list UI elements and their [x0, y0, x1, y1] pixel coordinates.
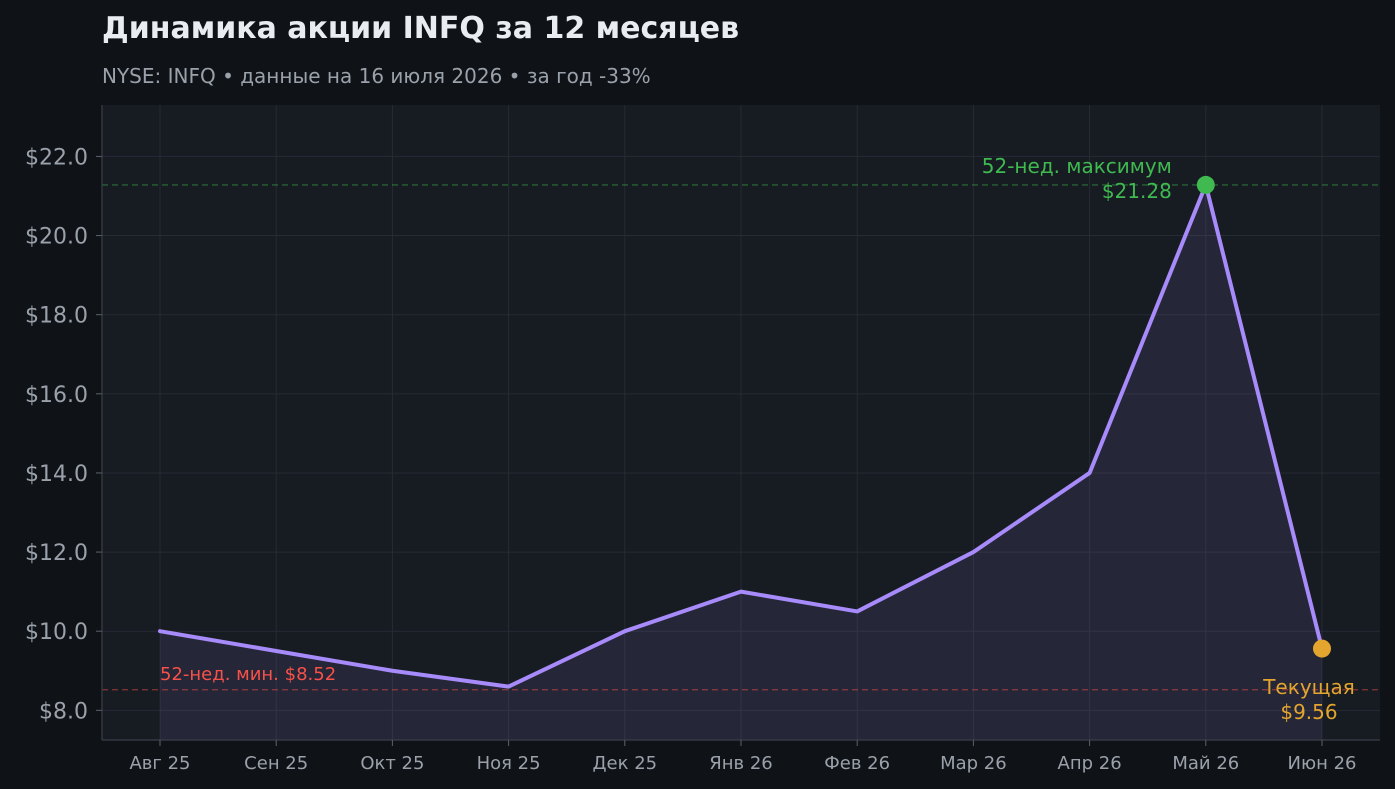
x-tick-label: Янв 26 [709, 753, 773, 774]
current-annotation-value: $9.56 [1280, 700, 1337, 724]
chart-container: $8.0 $10.0 $12.0 $14.0 $16.0 $18.0 $20.0 $22.0 А… [0, 0, 1395, 789]
y-tick-label: $12.0 [25, 541, 88, 566]
x-tick-label: Июн 26 [1287, 753, 1356, 774]
x-tick-label: Ноя 25 [477, 753, 541, 774]
x-tick-label: Дек 25 [592, 753, 657, 774]
y-tick-label: $16.0 [25, 383, 88, 408]
x-tick-label: Авг 25 [129, 753, 190, 774]
line-chart: $8.0 $10.0 $12.0 $14.0 $16.0 $18.0 $20.0 $22.0 А… [25, 11, 1380, 774]
x-tick-label: Сен 25 [244, 753, 308, 774]
high-annotation-value: $21.28 [1102, 179, 1172, 203]
chart-subtitle: NYSE: INFQ • данные на 16 июля 2026 • за… [102, 64, 651, 88]
y-tick-label: $14.0 [25, 462, 88, 487]
x-tick-label: Май 26 [1172, 753, 1239, 774]
x-tick-label: Окт 25 [360, 753, 424, 774]
y-tick-label: $10.0 [25, 620, 88, 645]
x-tick-label: Мар 26 [940, 753, 1007, 774]
current-annotation-label: Текущая [1262, 675, 1355, 699]
low-annotation: 52-нед. мин. $8.52 [160, 664, 336, 685]
y-tick-label: $20.0 [25, 225, 88, 250]
high-point [1196, 175, 1215, 194]
chart-title: Динамика акции INFQ за 12 месяцев [102, 11, 739, 46]
x-tick-label: Фев 26 [824, 753, 890, 774]
y-tick-label: $22.0 [25, 145, 88, 170]
y-tick-label: $8.0 [39, 699, 88, 724]
x-tick-label: Апр 26 [1058, 753, 1122, 774]
current-point [1313, 639, 1331, 658]
high-annotation-label: 52-нед. максимум [982, 154, 1172, 178]
y-tick-label: $18.0 [25, 304, 88, 329]
